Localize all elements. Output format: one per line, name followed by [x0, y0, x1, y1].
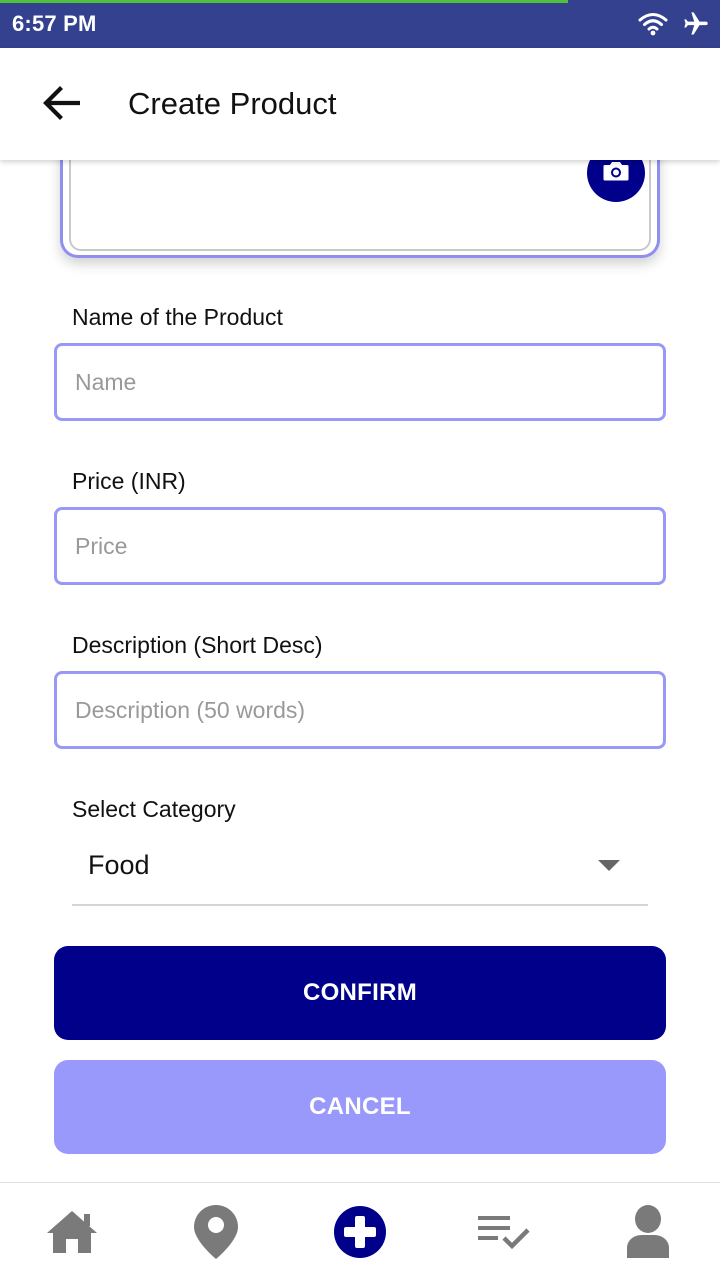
category-select[interactable]: Food: [72, 836, 648, 906]
form-content: Name of the Product Price (INR) Descript…: [0, 160, 720, 1182]
airplane-icon: [682, 10, 710, 38]
person-icon: [624, 1204, 672, 1260]
price-input[interactable]: [54, 507, 666, 585]
confirm-button[interactable]: CONFIRM: [54, 946, 666, 1040]
nav-item-home[interactable]: [0, 1183, 144, 1280]
nav-item-profile[interactable]: [576, 1183, 720, 1280]
back-button[interactable]: [40, 84, 82, 126]
nav-item-orders[interactable]: [432, 1183, 576, 1280]
category-label: Select Category: [72, 796, 236, 822]
add-circle-icon: [333, 1205, 387, 1259]
app-bar: Create Product: [0, 48, 720, 160]
home-icon: [44, 1208, 100, 1256]
price-label: Price (INR): [72, 468, 186, 494]
cancel-button[interactable]: CANCEL: [54, 1060, 666, 1154]
description-input[interactable]: [54, 671, 666, 749]
loading-progress-bar: [0, 0, 568, 3]
nav-item-add-product[interactable]: [288, 1183, 432, 1280]
status-time: 6:57 PM: [12, 11, 97, 36]
status-icons: [638, 10, 710, 38]
bottom-nav: [0, 1182, 720, 1280]
camera-icon: [602, 160, 630, 188]
arrow-left-icon: [42, 85, 81, 125]
page-title: Create Product: [128, 86, 337, 121]
product-image-card[interactable]: [60, 160, 660, 258]
checklist-icon: [476, 1212, 532, 1252]
wifi-icon: [638, 11, 668, 37]
product-name-input[interactable]: [54, 343, 666, 421]
product-image-preview: [69, 160, 651, 251]
location-pin-icon: [192, 1203, 240, 1261]
description-label: Description (Short Desc): [72, 632, 323, 658]
dropdown-arrow-icon: [598, 860, 620, 871]
name-label: Name of the Product: [72, 304, 283, 330]
category-selected-value: Food: [88, 850, 150, 880]
status-bar: 6:57 PM: [0, 0, 720, 48]
nav-item-location[interactable]: [144, 1183, 288, 1280]
